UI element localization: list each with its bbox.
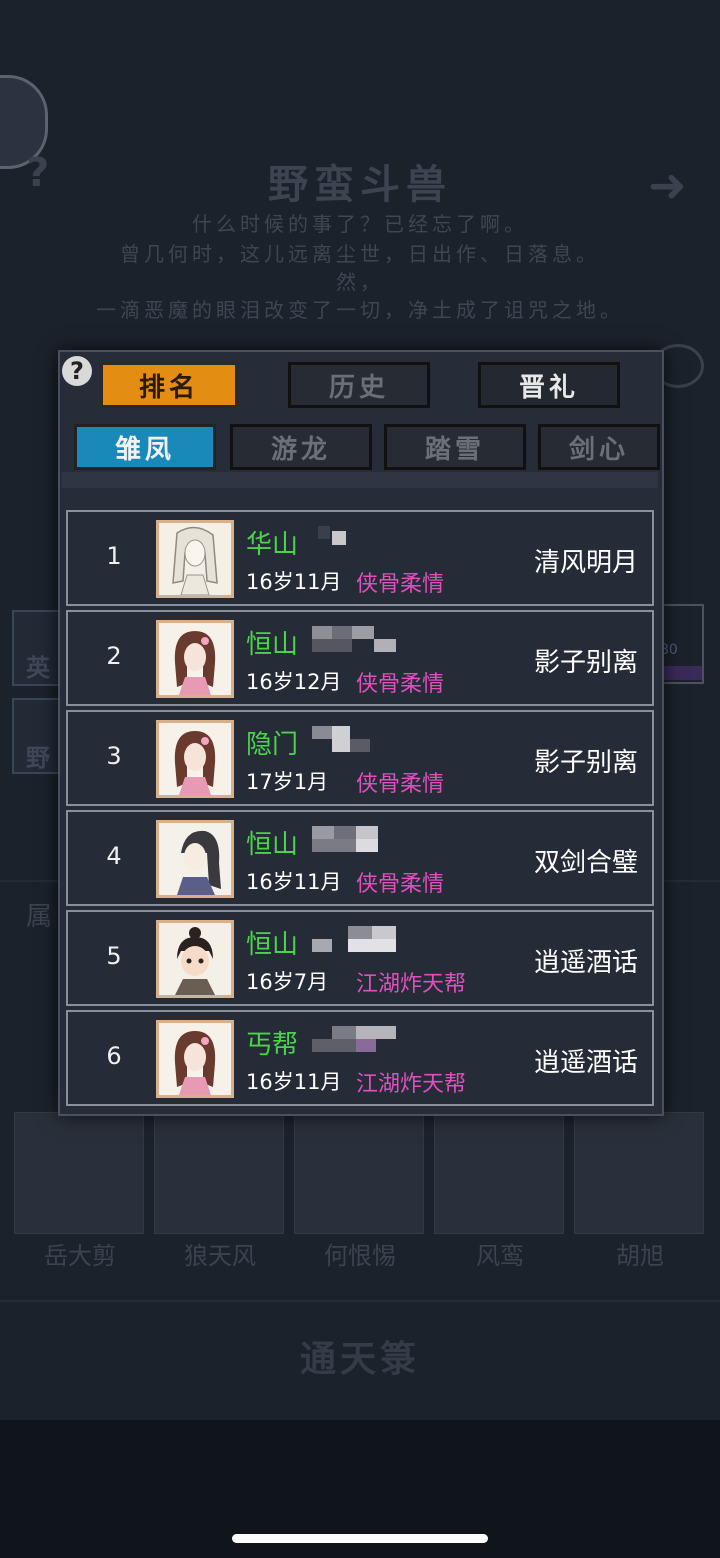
player-name-redacted [312, 1026, 398, 1052]
sect-name: 恒山 [246, 630, 299, 660]
tab-history[interactable]: 历史 [288, 362, 430, 408]
character-card [294, 1112, 424, 1234]
rank-number: 4 [106, 842, 122, 870]
rank-number: 1 [106, 542, 122, 570]
rank-number: 6 [106, 1042, 122, 1070]
portrait-white-haired-swordsman [156, 520, 234, 598]
character-strip [14, 1112, 704, 1236]
guild-name: 江湖炸天帮 [356, 1072, 467, 1097]
portrait-heroine-flower-hairpin [156, 720, 234, 798]
story-line: 什么时候的事了？已经忘了啊。 [192, 212, 528, 236]
player-name-redacted [312, 726, 372, 752]
ranking-row[interactable]: 5 恒山 16岁7月 江湖炸天帮 逍遥酒话 [66, 910, 654, 1006]
guild-name: 侠骨柔情 [356, 572, 445, 597]
tab-divider [62, 472, 658, 488]
ranking-row[interactable]: 1 华山 16岁11月 侠骨柔情 清风明月 [66, 510, 654, 606]
divider [0, 1300, 720, 1302]
skill-name: 影子别离 [533, 648, 638, 678]
age: 16岁12月 [246, 670, 342, 694]
tab-jianxin[interactable]: 剑心 [538, 424, 660, 470]
guild-name: 侠骨柔情 [356, 772, 445, 797]
guild-name: 侠骨柔情 [356, 872, 445, 897]
rank-number: 5 [106, 942, 122, 970]
rank-number: 3 [106, 742, 122, 770]
attribute-label: 属 [26, 902, 53, 932]
ranking-row[interactable]: 2 恒山 16岁12月 侠骨柔情 影子别离 [66, 610, 654, 706]
help-icon[interactable]: ? [62, 356, 92, 386]
portrait-young-boy-topknot [156, 920, 234, 998]
character-card [154, 1112, 284, 1234]
ranking-row[interactable]: 6 丐帮 16岁11月 江湖炸天帮 逍遥酒话 [66, 1010, 654, 1106]
sect-name: 恒山 [246, 930, 299, 960]
home-indicator[interactable] [232, 1534, 488, 1543]
character-name: 何恨惕 [324, 1242, 396, 1270]
player-name-redacted [312, 626, 398, 652]
character-card [434, 1112, 564, 1234]
age: 16岁11月 [246, 870, 342, 894]
player-name-redacted [312, 926, 398, 952]
age: 16岁11月 [246, 570, 342, 594]
tab-youlong[interactable]: 游龙 [230, 424, 372, 470]
guild-name: 江湖炸天帮 [356, 972, 467, 997]
ranking-row[interactable]: 4 恒山 16岁11月 侠骨柔情 双剑合璧 [66, 810, 654, 906]
sect-name: 恒山 [246, 830, 299, 860]
character-card [14, 1112, 144, 1234]
event-title: 野蛮斗兽 [268, 161, 452, 208]
story-line: 一滴恶魔的眼泪改变了一切，净土成了诅咒之地。 [96, 298, 624, 322]
sect-name: 隐门 [246, 730, 299, 760]
age: 17岁1月 [246, 770, 329, 794]
bottom-title: 通天箓 [299, 1338, 420, 1380]
skill-name: 清风明月 [533, 548, 638, 578]
guild-name: 侠骨柔情 [356, 672, 445, 697]
ranking-row[interactable]: 3 隐门 17岁1月 侠骨柔情 影子别离 [66, 710, 654, 806]
character-name: 岳大剪 [44, 1242, 116, 1270]
character-name: 风鸾 [476, 1242, 524, 1270]
side-tile-label: 英 [26, 654, 50, 682]
player-name-redacted [312, 826, 398, 852]
sect-name: 丐帮 [246, 1030, 299, 1060]
portrait-long-haired-swordsman [156, 820, 234, 898]
tab-promotion[interactable]: 晋礼 [478, 362, 620, 408]
story-line: 曾几何时，这儿远离尘世，日出作、日落息。 [120, 242, 600, 266]
tab-ranking[interactable]: 排名 [100, 362, 238, 408]
tab-chufeng[interactable]: 雏凤 [74, 424, 216, 470]
side-tile-label: 野 [26, 744, 50, 772]
skill-name: 逍遥酒话 [533, 1048, 638, 1078]
tab-taxue[interactable]: 踏雪 [384, 424, 526, 470]
character-card [574, 1112, 704, 1234]
portrait-heroine-flower-hairpin [156, 1020, 234, 1098]
player-name-redacted [318, 526, 358, 552]
skill-name: 影子别离 [533, 748, 638, 778]
rank-number: 2 [106, 642, 122, 670]
skill-name: 逍遥酒话 [533, 948, 638, 978]
portrait-heroine-flower-hairpin [156, 620, 234, 698]
skill-name: 双剑合璧 [533, 848, 638, 878]
age: 16岁11月 [246, 1070, 342, 1094]
sect-name: 华山 [246, 530, 299, 560]
age: 16岁7月 [246, 970, 329, 994]
story-line: 然， [336, 270, 384, 294]
character-name: 胡旭 [616, 1242, 664, 1270]
character-name: 狼天风 [184, 1242, 256, 1270]
